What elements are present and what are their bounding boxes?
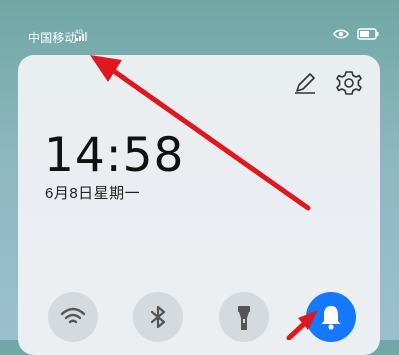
wifi-toggle[interactable] <box>48 292 98 342</box>
edit-button[interactable] <box>292 70 318 96</box>
gear-icon <box>336 71 362 95</box>
notification-toggle[interactable] <box>306 292 356 342</box>
settings-button[interactable] <box>335 69 363 97</box>
pencil-icon <box>295 73 315 94</box>
status-bar: 中国移动 4G <box>0 0 399 48</box>
flashlight-toggle[interactable] <box>219 292 269 342</box>
battery-icon <box>357 28 379 40</box>
bluetooth-toggle[interactable] <box>133 292 183 342</box>
carrier-label: 中国移动 <box>28 31 77 45</box>
eye-icon <box>333 28 349 40</box>
wifi-icon <box>60 307 86 324</box>
signal-icon: 4G <box>75 28 93 42</box>
flashlight-icon <box>238 306 250 330</box>
bell-icon <box>321 306 341 330</box>
clock-time: 14:58 <box>44 128 185 183</box>
bluetooth-icon <box>150 305 166 329</box>
clock-date: 6月8日星期一 <box>45 185 141 202</box>
